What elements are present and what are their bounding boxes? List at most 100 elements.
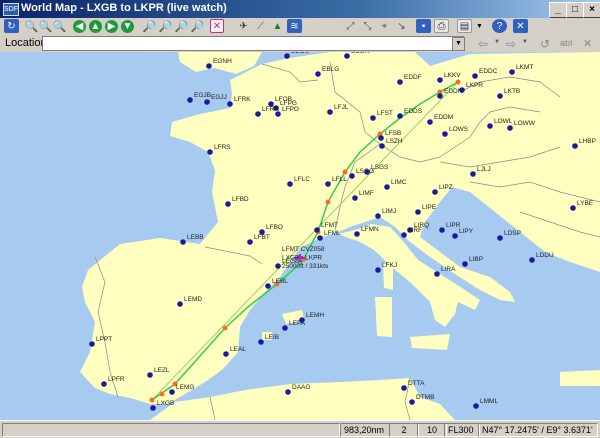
airport-marker-lfsb[interactable] (378, 135, 384, 141)
airport-marker-lsgs[interactable] (364, 169, 370, 175)
up-icon[interactable]: ▲ (89, 20, 102, 33)
airport-marker-lebb[interactable] (180, 239, 186, 245)
airport-marker-eddk[interactable] (344, 53, 350, 59)
zoom-fit-icon[interactable]: 🔍 (52, 19, 67, 33)
airport-marker-lmml[interactable] (473, 403, 479, 409)
airport-marker-dtta[interactable] (401, 385, 407, 391)
airport-marker-leib[interactable] (258, 339, 264, 345)
route-waypoint[interactable] (159, 391, 165, 397)
airport-marker-leal[interactable] (223, 351, 229, 357)
help-icon[interactable]: ? (492, 19, 507, 33)
airport-marker-lepa[interactable] (282, 325, 288, 331)
route-waypoint[interactable] (325, 199, 331, 205)
nav-back-dropdown-icon[interactable]: ▼ (494, 39, 500, 45)
reload-icon[interactable]: ↺ (540, 37, 550, 51)
maximize-button[interactable]: □ (566, 2, 584, 18)
airport-marker-libp[interactable] (462, 261, 468, 267)
airport-marker-lpfr[interactable] (101, 381, 107, 387)
airport-marker-eddf[interactable] (397, 79, 403, 85)
airport-marker-eblg[interactable] (315, 71, 321, 77)
airport-marker-ldsp[interactable] (497, 235, 503, 241)
map-canvas[interactable]: EGNHEBOSEDDKEBLGEDDFEDDNEGJBEGJJLFRKLFOB… (0, 52, 600, 420)
airport-marker-lira[interactable] (434, 271, 440, 277)
airport-marker-lppt[interactable] (89, 341, 95, 347)
export-icon[interactable]: ▤ (457, 19, 472, 33)
airport-marker-lxgb[interactable] (150, 405, 156, 411)
airport-marker-lddu[interactable] (529, 257, 535, 263)
airport-marker-lipr[interactable] (439, 227, 445, 233)
airport-marker-lfjl[interactable] (327, 109, 333, 115)
airport-marker-lipy[interactable] (452, 233, 458, 239)
airport-marker-lfmn[interactable] (354, 231, 360, 237)
airport-marker-lipe[interactable] (415, 209, 421, 215)
airport-marker-lipz[interactable] (432, 189, 438, 195)
airport-marker-limf[interactable] (352, 195, 358, 201)
route-waypoint[interactable] (342, 169, 348, 175)
airport-marker-ljlj[interactable] (470, 171, 476, 177)
nav-forward-icon[interactable]: ⇨ (506, 37, 516, 51)
route-waypoint[interactable] (222, 325, 228, 331)
zoom-in-2-icon[interactable]: 🔎 (142, 19, 157, 33)
back-icon[interactable]: ◀ (73, 20, 86, 33)
navaids-icon[interactable]: ▲ (270, 19, 285, 33)
text-tool-icon[interactable]: abI (560, 38, 573, 48)
zoom-in-icon[interactable]: 🔍 (24, 19, 39, 33)
airport-marker-lsgg[interactable] (349, 173, 355, 179)
zoom-out-2-icon[interactable]: 🔎 (158, 19, 173, 33)
scale-icon[interactable]: ⤡ (360, 19, 375, 33)
airport-marker-lfbt[interactable] (247, 239, 253, 245)
airport-marker-eddc[interactable] (472, 73, 478, 79)
airport-marker-lszh[interactable] (379, 143, 385, 149)
airport-marker-limc[interactable] (384, 184, 390, 190)
zoom-area-icon[interactable]: 🔎 (190, 19, 205, 33)
close-icon[interactable]: ✕ (513, 19, 528, 33)
airport-marker-lirf[interactable] (401, 232, 407, 238)
airport-marker-daag[interactable] (285, 389, 291, 395)
zoom-route-icon[interactable]: 🔎 (174, 19, 189, 33)
airport-marker-lege[interactable] (275, 263, 281, 269)
airport-marker-lfst[interactable] (370, 115, 376, 121)
airport-marker-lflc[interactable] (287, 181, 293, 187)
airport-marker-lowl[interactable] (487, 123, 493, 129)
airport-marker-egjb[interactable] (187, 97, 193, 103)
airport-marker-lfll[interactable] (325, 181, 331, 187)
route-waypoint[interactable] (149, 397, 155, 403)
nav-forward-dropdown-icon[interactable]: ▼ (522, 39, 528, 45)
airport-marker-lktb[interactable] (497, 93, 503, 99)
airport-marker-egnh[interactable] (206, 63, 212, 69)
airport-marker-lfrh[interactable] (255, 111, 261, 117)
erase-icon[interactable]: ✕ (583, 37, 592, 50)
airport-marker-ebos[interactable] (284, 53, 290, 59)
nav-back-icon[interactable]: ⇦ (478, 37, 488, 51)
airport-marker-lkmt[interactable] (509, 69, 515, 75)
down-icon[interactable]: ▼ (121, 20, 134, 33)
map-view[interactable]: EGNHEBOSEDDKEBLGEDDFEDDNEGJBEGJJLFRKLFOB… (0, 52, 600, 420)
location-input[interactable] (42, 36, 464, 51)
airport-marker-lybe[interactable] (570, 205, 576, 211)
measure-icon[interactable]: ⌖ (377, 19, 392, 33)
airport-icon[interactable]: ✈ (236, 19, 251, 33)
airport-marker-lfrk[interactable] (227, 101, 233, 107)
airport-marker-limj[interactable] (375, 213, 381, 219)
labels-icon[interactable]: ⤢ (343, 19, 358, 33)
airport-marker-lkkv[interactable] (437, 77, 443, 83)
location-dropdown-icon[interactable]: ▼ (452, 37, 465, 51)
airport-marker-loww[interactable] (507, 125, 513, 131)
zoom-out-icon[interactable]: 🔍 (38, 19, 53, 33)
airport-marker-eddn[interactable] (437, 93, 443, 99)
airport-marker-lfkj[interactable] (375, 267, 381, 273)
airport-marker-lkpr[interactable] (459, 87, 465, 93)
close-window-button[interactable]: × (583, 2, 600, 18)
print-icon[interactable]: ⎙ (434, 19, 449, 33)
airport-marker-lfml[interactable] (317, 235, 323, 241)
routing-icon[interactable]: ✕ (210, 19, 224, 33)
airport-marker-edds[interactable] (397, 113, 403, 119)
airport-marker-lemh[interactable] (299, 317, 305, 323)
export-dropdown-icon[interactable]: ▼ (472, 19, 487, 33)
airport-marker-lebl[interactable] (265, 283, 271, 289)
save-icon[interactable]: ▪ (416, 19, 431, 33)
airport-marker-egjj[interactable] (204, 99, 210, 105)
grid-icon[interactable]: ≋ (287, 19, 302, 33)
airport-marker-dtmb[interactable] (409, 399, 415, 405)
airport-marker-lhbp[interactable] (572, 143, 578, 149)
